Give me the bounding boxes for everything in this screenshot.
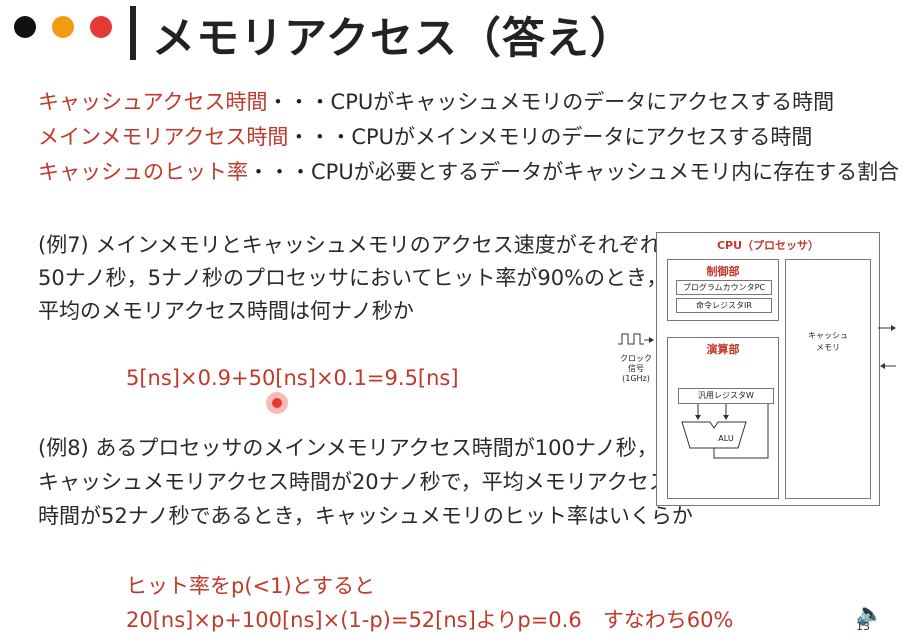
definition-cache-access-time: キャッシュアクセス時間・・・CPUがキャッシュメモリのデータにアクセスする時間 <box>38 86 834 116</box>
title-divider <box>130 6 136 60</box>
cpu-title: CPU（プロセッサ） <box>716 239 820 252</box>
arithmetic-unit: 演算部 汎用レジスタW ALU <box>667 337 779 499</box>
definition-description: CPUが必要とするデータがキャッシュメモリ内に存在する割合 <box>311 160 900 184</box>
definition-term: キャッシュアクセス時間 <box>38 90 268 114</box>
bus-arrows <box>878 325 896 369</box>
clock-signal: クロック 信号 (1GHz) <box>616 330 656 384</box>
definition-separator: ・・・ <box>267 90 331 114</box>
definition-term: キャッシュのヒット率 <box>38 160 248 184</box>
definition-hit-rate: キャッシュのヒット率・・・CPUが必要とするデータがキャッシュメモリ内に存在する… <box>38 156 899 186</box>
page-number: 13 <box>856 620 870 633</box>
alu-label: ALU <box>718 434 734 443</box>
dot-orange <box>52 16 74 38</box>
example7-line2: 50ナノ秒，5ナノ秒のプロセッサにおいてヒット率が90%のとき， <box>38 266 668 290</box>
example8-answer-line1: ヒット率をp(<1)とすると <box>126 574 376 598</box>
example8-line1: (例8) あるプロセッサのメインメモリアクセス時間が100ナノ秒， <box>38 436 658 460</box>
cache-memory: キャッシュ メモリ <box>785 259 871 499</box>
example8-line3: 時間が52ナノ秒であるとき，キャッシュメモリのヒット率はいくらか <box>38 504 693 528</box>
laser-pointer <box>266 392 288 414</box>
example8-answer-line2: 20[ns]×p+100[ns]×(1-p)=52[ns]よりp=0.6 すなわ… <box>126 608 734 632</box>
general-register: 汎用レジスタW <box>678 388 774 404</box>
page-title: メモリアクセス（答え） <box>152 14 634 64</box>
example7-line1: (例7) メインメモリとキャッシュメモリのアクセス速度がそれぞれ <box>38 233 661 257</box>
dot-red <box>90 16 112 38</box>
definition-description: CPUがキャッシュメモリのデータにアクセスする時間 <box>330 90 835 114</box>
instruction-register: 命令レジスタIR <box>676 298 772 313</box>
definition-main-memory-access-time: メインメモリアクセス時間・・・CPUがメインメモリのデータにアクセスする時間 <box>38 121 812 151</box>
program-counter: プログラムカウンタPC <box>676 280 772 295</box>
example7-answer: 5[ns]×0.9+50[ns]×0.1=9.5[ns] <box>126 366 459 390</box>
cache-memory-label: キャッシュ メモリ <box>808 331 848 352</box>
control-unit: 制御部 プログラムカウンタPC 命令レジスタIR <box>667 259 779 321</box>
control-unit-label: 制御部 <box>706 265 740 278</box>
example7-line3: 平均のメモリアクセス時間は何ナノ秒か <box>38 299 414 323</box>
definition-separator: ・・・ <box>248 160 311 184</box>
clock-label: クロック 信号 (1GHz) <box>620 354 652 383</box>
example8-line2: キャッシュメモリアクセス時間が20ナノ秒で，平均メモリアクセス <box>38 470 670 494</box>
definition-term: メインメモリアクセス時間 <box>38 125 289 149</box>
dot-black <box>14 16 36 38</box>
definition-description: CPUがメインメモリのデータにアクセスする時間 <box>351 125 813 149</box>
clock-wave-icon <box>618 333 654 345</box>
arithmetic-unit-label: 演算部 <box>706 343 740 356</box>
cpu-diagram: CPU（プロセッサ） 制御部 プログラムカウンタPC 命令レジスタIR 演算部 … <box>656 232 880 506</box>
definition-separator: ・・・ <box>288 125 352 149</box>
